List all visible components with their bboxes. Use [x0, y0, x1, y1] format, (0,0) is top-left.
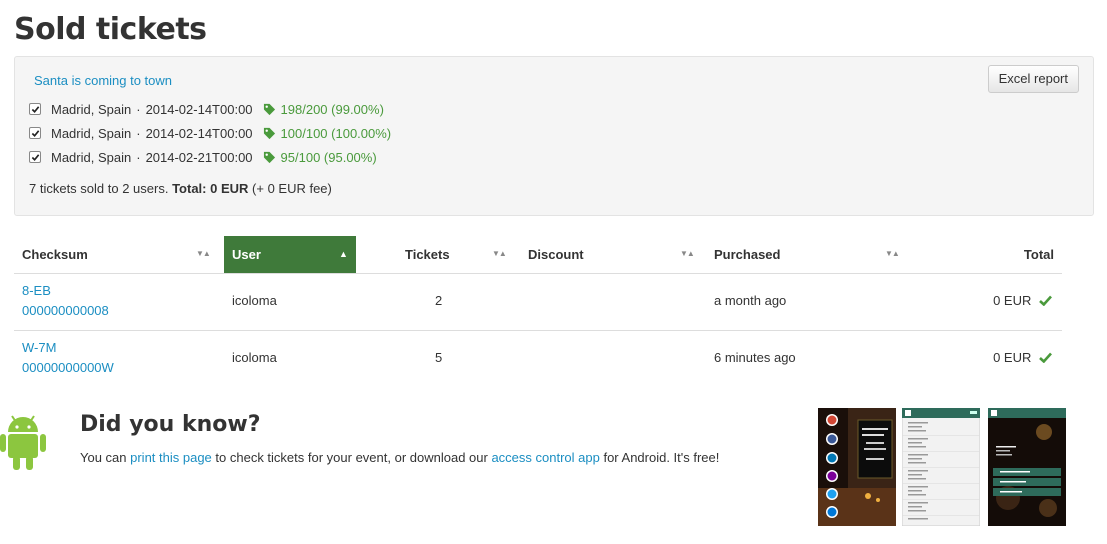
app-screenshot-social: [818, 408, 896, 526]
session-sold-count: 100/100 (100.00%): [280, 125, 392, 141]
summary-total: Total: 0 EUR: [172, 181, 249, 196]
session-checkbox[interactable]: [29, 151, 41, 163]
sales-summary: 7 tickets sold to 2 users. Total: 0 EUR …: [29, 181, 332, 196]
checkbox-icon: [31, 129, 39, 137]
tickets-cell: 2: [435, 293, 443, 308]
column-header-discount[interactable]: Discount ▼▲: [518, 236, 704, 273]
tag-icon: [263, 127, 275, 139]
summary-fee: (+ 0 EUR fee): [252, 181, 332, 196]
session-sold: 95/100 (95.00%): [263, 150, 377, 165]
total-cell: 0 EUR: [993, 350, 1052, 365]
text-fragment: for Android. It's free!: [599, 450, 720, 465]
app-screenshot-event: [988, 408, 1066, 526]
session-checkbox[interactable]: [29, 127, 41, 139]
column-label: Discount: [528, 247, 584, 262]
column-header-total: Total: [914, 236, 1062, 273]
text-fragment: You can: [80, 450, 131, 465]
checksum-link[interactable]: W-7M: [22, 340, 56, 355]
sort-icon[interactable]: ▼▲: [196, 249, 211, 258]
session-datetime: 2014-02-14T00:00: [145, 125, 253, 141]
column-header-tickets[interactable]: Tickets ▼▲: [356, 236, 518, 273]
sort-icon[interactable]: ▲: [339, 249, 348, 259]
session-row: Madrid, Spain · 2014-02-14T00:00 198/200…: [29, 99, 384, 119]
session-location: Madrid, Spain: [51, 101, 132, 117]
sort-icon[interactable]: ▼▲: [885, 249, 900, 258]
excel-report-button[interactable]: Excel report: [987, 65, 1079, 93]
session-datetime: 2014-02-14T00:00: [145, 101, 253, 117]
checkbox-icon: [31, 105, 39, 113]
checksum-link[interactable]: 8-EB: [22, 283, 51, 298]
purchased-cell: a month ago: [714, 293, 787, 308]
did-you-know-title: Did you know?: [80, 412, 261, 437]
header-divider: [14, 273, 1062, 274]
total-cell: 0 EUR: [993, 293, 1052, 308]
session-datetime: 2014-02-21T00:00: [145, 149, 253, 165]
column-label: Total: [1023, 247, 1054, 262]
column-label: Tickets: [405, 247, 450, 262]
session-row: Madrid, Spain · 2014-02-14T00:00 100/100…: [29, 123, 391, 143]
session-separator: ·: [136, 149, 141, 165]
session-sold-count: 198/200 (99.00%): [280, 101, 384, 117]
checksum-code-link[interactable]: 00000000000W: [22, 360, 114, 375]
session-row: Madrid, Spain · 2014-02-21T00:00 95/100 …: [29, 147, 377, 167]
column-header-user[interactable]: User ▲: [224, 236, 356, 273]
event-summary-panel: Santa is coming to town Excel report Mad…: [14, 56, 1094, 216]
did-you-know-text: You can print this page to check tickets…: [80, 450, 719, 465]
session-separator: ·: [136, 125, 141, 141]
check-icon: [1039, 352, 1052, 363]
column-header-checksum[interactable]: Checksum ▼▲: [14, 236, 224, 273]
android-icon: [0, 415, 46, 470]
purchased-cell: 6 minutes ago: [714, 350, 796, 365]
text-fragment: to check tickets for your event, or down…: [211, 450, 492, 465]
total-value: 0 EUR: [993, 293, 1032, 308]
tag-icon: [263, 103, 275, 115]
user-cell: icoloma: [232, 350, 277, 365]
page-title: Sold tickets: [14, 12, 207, 47]
session-checkbox[interactable]: [29, 103, 41, 115]
session-location: Madrid, Spain: [51, 149, 132, 165]
column-header-purchased[interactable]: Purchased ▼▲: [704, 236, 914, 273]
session-sold: 198/200 (99.00%): [263, 102, 384, 117]
row-divider: [14, 330, 1062, 331]
summary-tickets: 7 tickets sold to 2 users.: [29, 181, 169, 196]
column-label: Checksum: [22, 247, 88, 262]
checkbox-icon: [31, 153, 39, 161]
event-name-link[interactable]: Santa is coming to town: [34, 73, 172, 88]
sort-icon[interactable]: ▼▲: [680, 249, 695, 258]
column-label: User: [232, 247, 261, 262]
sort-icon[interactable]: ▼▲: [492, 249, 507, 258]
total-value: 0 EUR: [993, 350, 1032, 365]
session-location: Madrid, Spain: [51, 125, 132, 141]
print-page-link[interactable]: print this page: [130, 450, 212, 465]
session-separator: ·: [136, 101, 141, 117]
tickets-cell: 5: [435, 350, 443, 365]
session-sold: 100/100 (100.00%): [263, 125, 392, 141]
user-cell: icoloma: [232, 293, 277, 308]
app-screenshot-list: [902, 408, 980, 526]
session-sold-count: 95/100 (95.00%): [280, 149, 377, 165]
column-label: Purchased: [714, 247, 781, 262]
tag-icon: [263, 151, 275, 163]
access-control-app-link[interactable]: access control app: [491, 450, 599, 465]
checksum-code-link[interactable]: 000000000008: [22, 303, 109, 318]
check-icon: [1039, 295, 1052, 306]
